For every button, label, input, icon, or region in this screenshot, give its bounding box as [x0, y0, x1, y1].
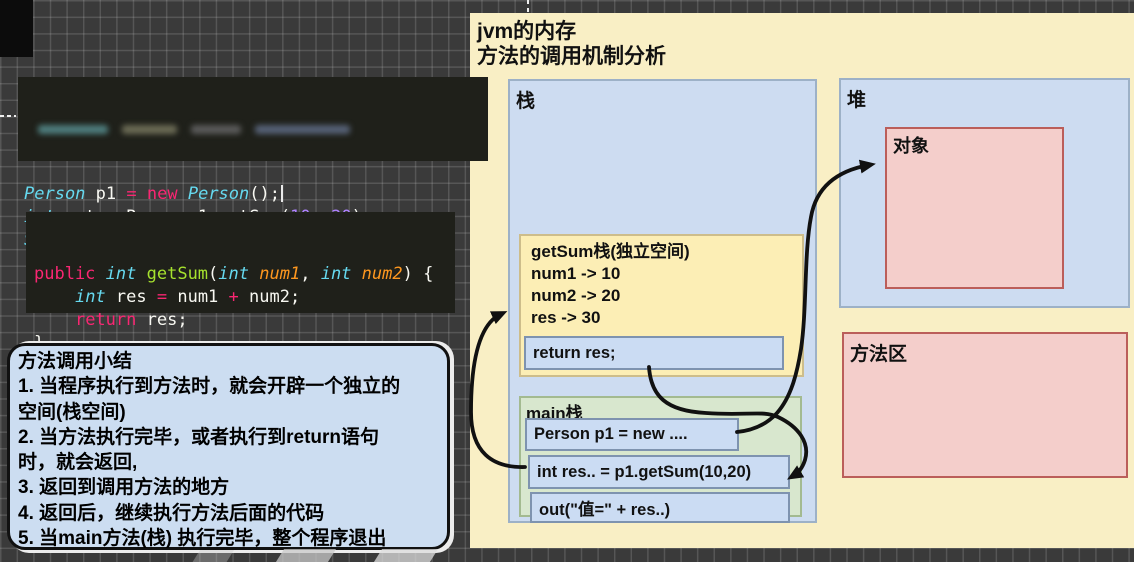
code-line: Person p1 = new Person();	[24, 183, 488, 206]
code-line: int res = num1 + num2;	[34, 286, 455, 309]
heap-box: 堆 对象	[839, 78, 1130, 308]
object-box: 对象	[885, 127, 1064, 289]
blur-blob	[38, 125, 108, 134]
statement-call-getsum: int res.. = p1.getSum(10,20)	[528, 455, 790, 489]
summary-line: 方法调用小结	[18, 349, 441, 374]
getsum-var-res: res -> 30	[531, 307, 802, 329]
blurred-code-line	[38, 125, 484, 135]
dark-corner-block	[0, 0, 33, 57]
return-statement-box: return res;	[524, 336, 784, 370]
white-dash-vertical	[527, 0, 529, 12]
watermark-shape	[192, 550, 234, 562]
method-area-box: 方法区	[842, 332, 1128, 478]
watermark-shape	[276, 549, 336, 562]
panel-title-line1: jvm的内存	[477, 19, 666, 44]
getsum-stack-frame: getSum栈(独立空间) num1 -> 10 num2 -> 20 res …	[519, 234, 804, 377]
stack-box: 栈 getSum栈(独立空间) num1 -> 10 num2 -> 20 re…	[508, 79, 817, 523]
method-area-label: 方法区	[850, 339, 907, 366]
main-stack-frame: main栈 Person p1 = new .... int res.. = p…	[519, 396, 802, 517]
summary-line: 5. 当main方法(栈) 执行完毕，整个程序退出	[18, 526, 441, 551]
statement-new-person: Person p1 = new ....	[525, 418, 739, 451]
blur-blob	[255, 125, 350, 134]
heap-label: 堆	[847, 85, 866, 112]
panel-title-line2: 方法的调用机制分析	[477, 44, 666, 69]
code-lines-method: public int getSum(int num1, int num2) { …	[34, 263, 455, 355]
blur-blob	[191, 125, 241, 134]
getsum-var-num2: num2 -> 20	[531, 285, 802, 307]
summary-line: 时，就会返回,	[18, 450, 441, 475]
summary-line: 空间(栈空间)	[18, 400, 441, 425]
summary-line: 3. 返回到调用方法的地方	[18, 475, 441, 500]
getsum-frame-title: getSum栈(独立空间)	[531, 241, 802, 263]
code-snippet-call: Person p1 = new Person();int returnRes =…	[18, 77, 488, 161]
object-label: 对象	[893, 132, 929, 158]
white-dash-horizontal	[0, 115, 16, 117]
getsum-var-num1: num1 -> 10	[531, 263, 802, 285]
blur-blob	[122, 125, 177, 134]
code-snippet-method: public int getSum(int num1, int num2) { …	[26, 212, 455, 313]
summary-line: 2. 当方法执行完毕，或者执行到return语句	[18, 425, 441, 450]
code-line: return res;	[34, 309, 455, 332]
summary-line: 1. 当程序执行到方法时，就会开辟一个独立的	[18, 374, 441, 399]
code-line: public int getSum(int num1, int num2) {	[34, 263, 455, 286]
stack-label: 栈	[516, 86, 535, 113]
panel-title: jvm的内存 方法的调用机制分析	[477, 19, 666, 69]
summary-note: 方法调用小结1. 当程序执行到方法时，就会开辟一个独立的空间(栈空间)2. 当方…	[7, 343, 450, 550]
summary-line: 4. 返回后，继续执行方法后面的代码	[18, 501, 441, 526]
statement-println: out("值=" + res..)	[530, 492, 790, 523]
screen: jvm的内存 方法的调用机制分析 栈 getSum栈(独立空间) num1 ->…	[0, 0, 1134, 562]
watermark-shape	[374, 549, 438, 562]
